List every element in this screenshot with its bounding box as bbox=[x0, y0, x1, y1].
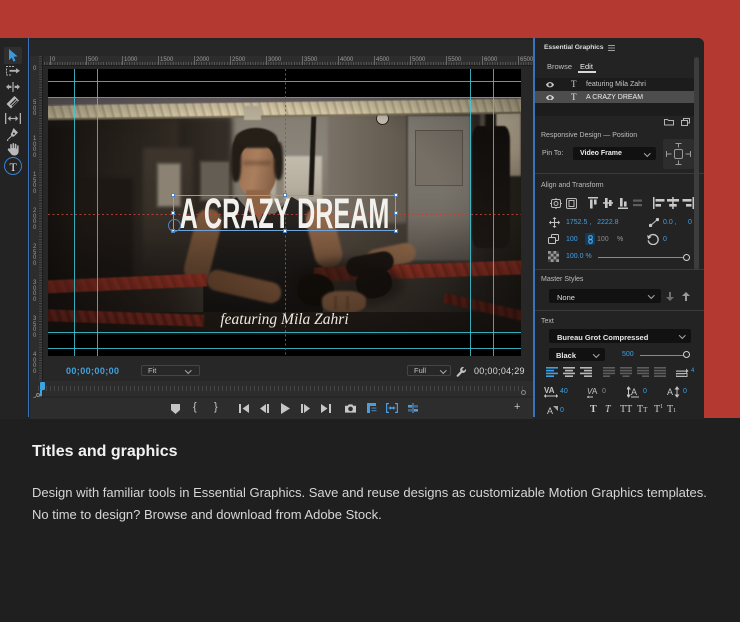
svg-text:A: A bbox=[592, 387, 598, 396]
svg-text:A: A bbox=[667, 387, 673, 397]
svg-text:VA: VA bbox=[544, 386, 555, 395]
svg-text:A: A bbox=[631, 387, 637, 397]
svg-text:A: A bbox=[547, 406, 553, 416]
